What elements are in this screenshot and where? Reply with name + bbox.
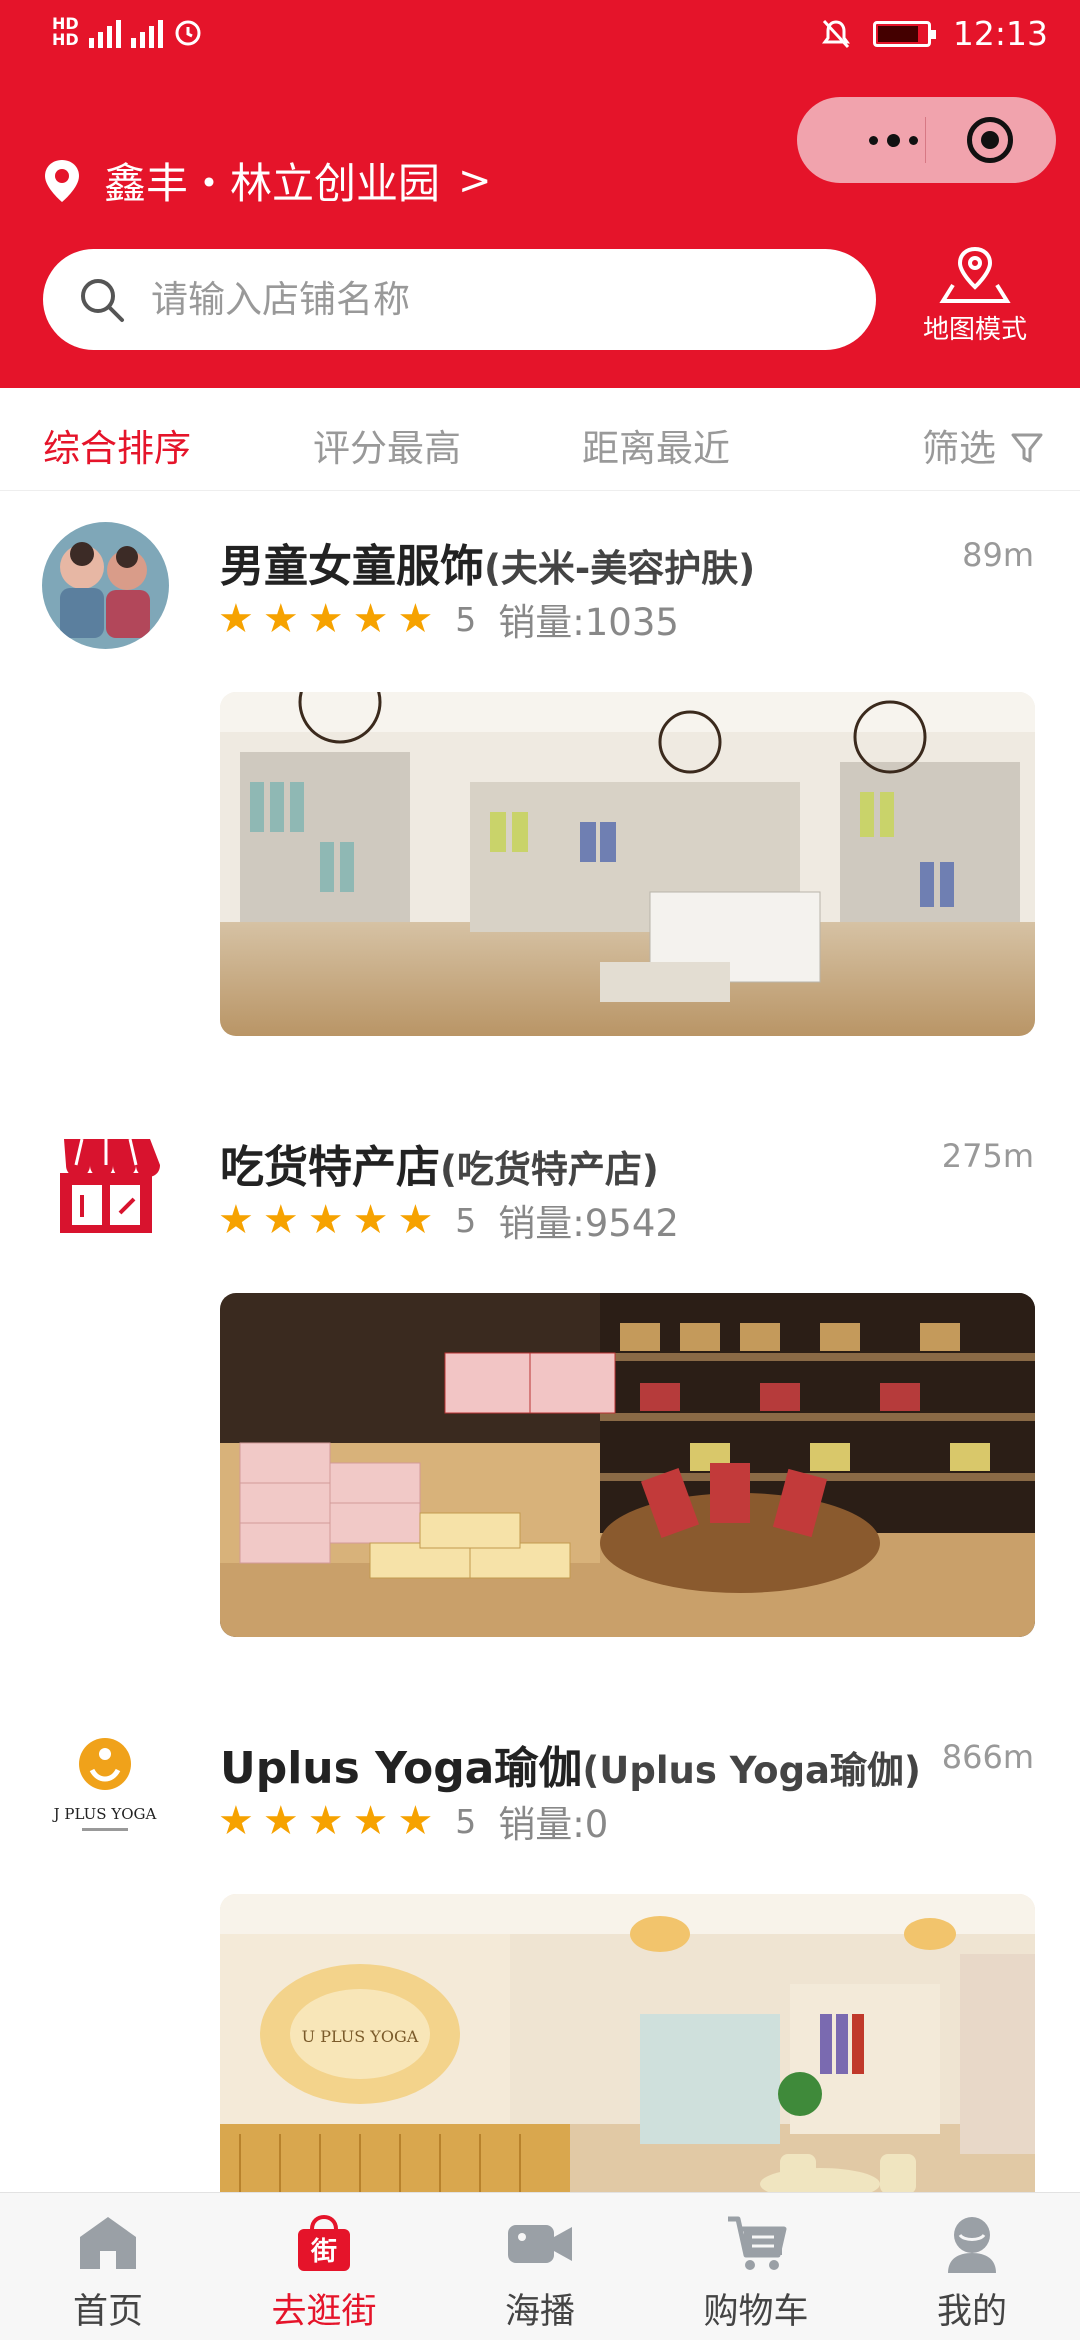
mute-icon (821, 19, 850, 48)
storefront-icon (60, 1138, 160, 1233)
shop-photo[interactable] (220, 692, 1035, 1036)
shop-name: 吃货特产店(吃货特产店) (220, 1142, 659, 1193)
star-icon: ★ (262, 1798, 299, 1844)
shop-distance: 866m (941, 1738, 1034, 1776)
home-icon (80, 2217, 136, 2271)
shop-name: 男童女童服饰(夫米-美容护肤) (220, 541, 756, 592)
tab-nearest[interactable]: 距离最近 (582, 418, 730, 472)
shop-sales: 销量:1035 (498, 601, 679, 644)
location-pin-icon (45, 159, 79, 202)
star-icon: ★ (397, 596, 434, 642)
shop-avatar (42, 522, 169, 649)
svg-text:街: 街 (310, 2237, 337, 2267)
status-bar: HD HD 12:13 (0, 0, 1080, 75)
star-icon: ★ (262, 596, 299, 642)
star-icon: ★ (352, 1798, 389, 1844)
filter-icon (1011, 433, 1043, 463)
shop-score: 5 (455, 1200, 477, 1240)
location-name: 鑫丰・林立创业园 (104, 159, 441, 208)
tab-top-rated[interactable]: 评分最高 (313, 418, 461, 472)
shop-sales: 销量:9542 (498, 1202, 679, 1245)
user-icon (948, 2217, 996, 2273)
shop-rating: ★ ★ ★ ★ ★ 5 销量:9542 (218, 1193, 679, 1247)
yoga-logo: J PLUS YOGA (52, 1738, 157, 1831)
cart-icon (728, 2216, 787, 2270)
shop-rating: ★ ★ ★ ★ ★ 5 销量:1035 (218, 592, 679, 646)
star-icon: ★ (218, 596, 254, 642)
star-icon: ★ (218, 1197, 254, 1243)
star-icon: ★ (397, 1798, 434, 1844)
shop-rating: ★ ★ ★ ★ ★ 5 销量:0 (218, 1794, 608, 1848)
search-bar[interactable] (43, 249, 876, 350)
chevron-right-icon: > (458, 157, 492, 204)
shop-bag-icon: 街 (298, 2214, 350, 2271)
tab-home[interactable]: 首页 (0, 2193, 216, 2341)
location-selector[interactable]: 鑫丰・林立创业园 > (42, 150, 492, 211)
tab-shopping[interactable]: 街 去逛街 (216, 2193, 432, 2341)
tab-label: 海播 (504, 2292, 575, 2332)
tab-label: 去逛街 (271, 2292, 377, 2332)
tab-label: 首页 (72, 2292, 143, 2332)
shop-sales: 销量:0 (498, 1803, 609, 1846)
close-target-icon[interactable] (967, 117, 1013, 163)
filter-label: 筛选 (922, 427, 996, 470)
tab-comprehensive[interactable]: 综合排序 (43, 418, 191, 472)
shop-photo[interactable]: U PLUS YOGA (220, 1894, 1035, 2238)
search-input[interactable] (151, 278, 791, 321)
capsule-divider (925, 117, 926, 163)
signal-indicators: HD HD (52, 16, 203, 48)
svg-text:J PLUS YOGA: J PLUS YOGA (52, 1805, 157, 1823)
svg-text:U PLUS YOGA: U PLUS YOGA (302, 2027, 419, 2046)
tab-broadcast[interactable]: 海播 (432, 2193, 648, 2341)
map-pin-icon (939, 246, 1011, 303)
star-icon: ★ (307, 596, 344, 642)
star-icon: ★ (352, 1197, 389, 1243)
tab-label: 购物车 (703, 2292, 809, 2332)
tab-cart[interactable]: 购物车 (648, 2193, 864, 2341)
shop-distance: 89m (962, 536, 1034, 574)
battery-icon (872, 20, 936, 47)
shop-item[interactable]: 男童女童服饰(夫米-美容护肤) 89m ★ ★ ★ ★ ★ 5 销量:1035 (0, 492, 1080, 1092)
star-icon: ★ (262, 1197, 299, 1243)
star-icon: ★ (397, 1197, 434, 1243)
signal-icon-2 (130, 16, 163, 48)
signal-icon (88, 16, 121, 48)
map-mode-label: 地图模式 (922, 315, 1027, 345)
video-camera-icon (508, 2225, 572, 2263)
shop-score: 5 (455, 1801, 477, 1841)
mini-program-capsule[interactable] (797, 97, 1056, 183)
sort-bar: 综合排序 评分最高 距离最近 筛选 (0, 388, 1080, 491)
shop-name: Uplus Yoga瑜伽(Uplus Yoga瑜伽) (220, 1743, 921, 1794)
shop-photo[interactable] (220, 1293, 1035, 1637)
search-icon (81, 278, 124, 322)
alarm-icon (175, 20, 201, 46)
shop-item[interactable]: 吃货特产店(吃货特产店) 275m ★ ★ ★ ★ ★ 5 销量:9542 (0, 1093, 1080, 1693)
map-mode-button[interactable]: 地图模式 (905, 245, 1045, 355)
shop-score: 5 (455, 599, 477, 639)
star-icon: ★ (307, 1197, 344, 1243)
star-icon: ★ (218, 1798, 254, 1844)
star-icon: ★ (352, 596, 389, 642)
tab-filter[interactable]: 筛选 (922, 418, 1044, 472)
tab-mine[interactable]: 我的 (864, 2193, 1080, 2341)
hd-icon: HD HD (52, 14, 79, 49)
tab-label: 我的 (936, 2292, 1007, 2332)
shop-distance: 275m (941, 1137, 1034, 1175)
header: HDHD 12:13 鑫丰・林立创业园 > 地图模式 (0, 0, 1080, 388)
clock: 12:13 (952, 14, 1048, 53)
star-icon: ★ (307, 1798, 344, 1844)
more-icon[interactable] (835, 97, 951, 183)
shop-avatar (42, 1123, 169, 1250)
bottom-tab-bar: 首页 街 去逛街 海播 购物车 我的 (0, 2192, 1080, 2340)
shop-avatar: J PLUS YOGA (42, 1724, 169, 1851)
